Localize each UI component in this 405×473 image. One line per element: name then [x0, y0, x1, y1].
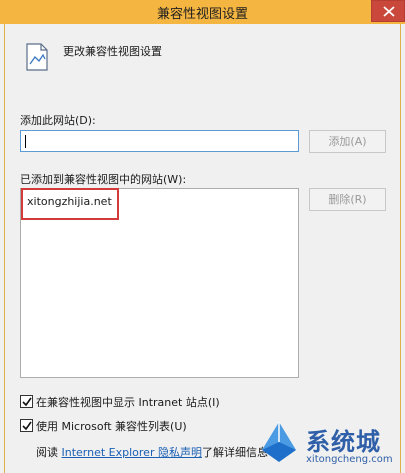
privacy-link[interactable]: Internet Explorer 隐私声明 — [62, 446, 202, 459]
added-sites-list[interactable]: xitongzhijia.net — [20, 188, 299, 378]
add-site-label: 添加此网站(D): — [20, 114, 96, 127]
site-url-input[interactable] — [20, 130, 299, 152]
compat-view-dialog: 兼容性视图设置 更改兼容性视图设置 添加此网站(D): 添加(A) 已添加到兼容… — [0, 0, 405, 473]
text-caret — [25, 135, 26, 148]
privacy-prefix: 阅读 — [36, 446, 58, 459]
add-button[interactable]: 添加(A) — [309, 130, 386, 153]
watermark-url: xitongcheng.com — [306, 454, 393, 465]
dialog-heading: 更改兼容性视图设置 — [63, 45, 162, 58]
privacy-text: 阅读 Internet Explorer 隐私声明了解详细信息 — [36, 444, 268, 460]
delete-button[interactable]: 删除(R) — [309, 188, 386, 211]
intranet-option-label[interactable]: 在兼容性视图中显示 Intranet 站点(I) — [36, 394, 220, 410]
page-settings-icon — [26, 43, 48, 71]
dialog-body: 更改兼容性视图设置 添加此网站(D): 添加(A) 已添加到兼容性视图中的网站(… — [4, 24, 401, 473]
ms-list-checkbox[interactable] — [20, 419, 33, 432]
added-sites-label: 已添加到兼容性视图中的网站(W): — [20, 173, 187, 186]
site-watermark: 系统城 xitongcheng.com — [250, 412, 405, 473]
checkmark-icon — [22, 397, 32, 407]
red-highlight-box — [21, 188, 119, 220]
checkmark-icon — [22, 421, 32, 431]
close-button[interactable] — [371, 0, 405, 22]
watermark-logo-icon — [262, 422, 296, 462]
intranet-checkbox[interactable] — [20, 395, 33, 408]
window-title: 兼容性视图设置 — [156, 7, 248, 22]
watermark-brand: 系统城 — [306, 428, 381, 456]
ms-list-option-label[interactable]: 使用 Microsoft 兼容性列表(U) — [36, 418, 187, 434]
title-bar[interactable]: 兼容性视图设置 — [0, 0, 405, 24]
close-icon — [383, 6, 395, 17]
